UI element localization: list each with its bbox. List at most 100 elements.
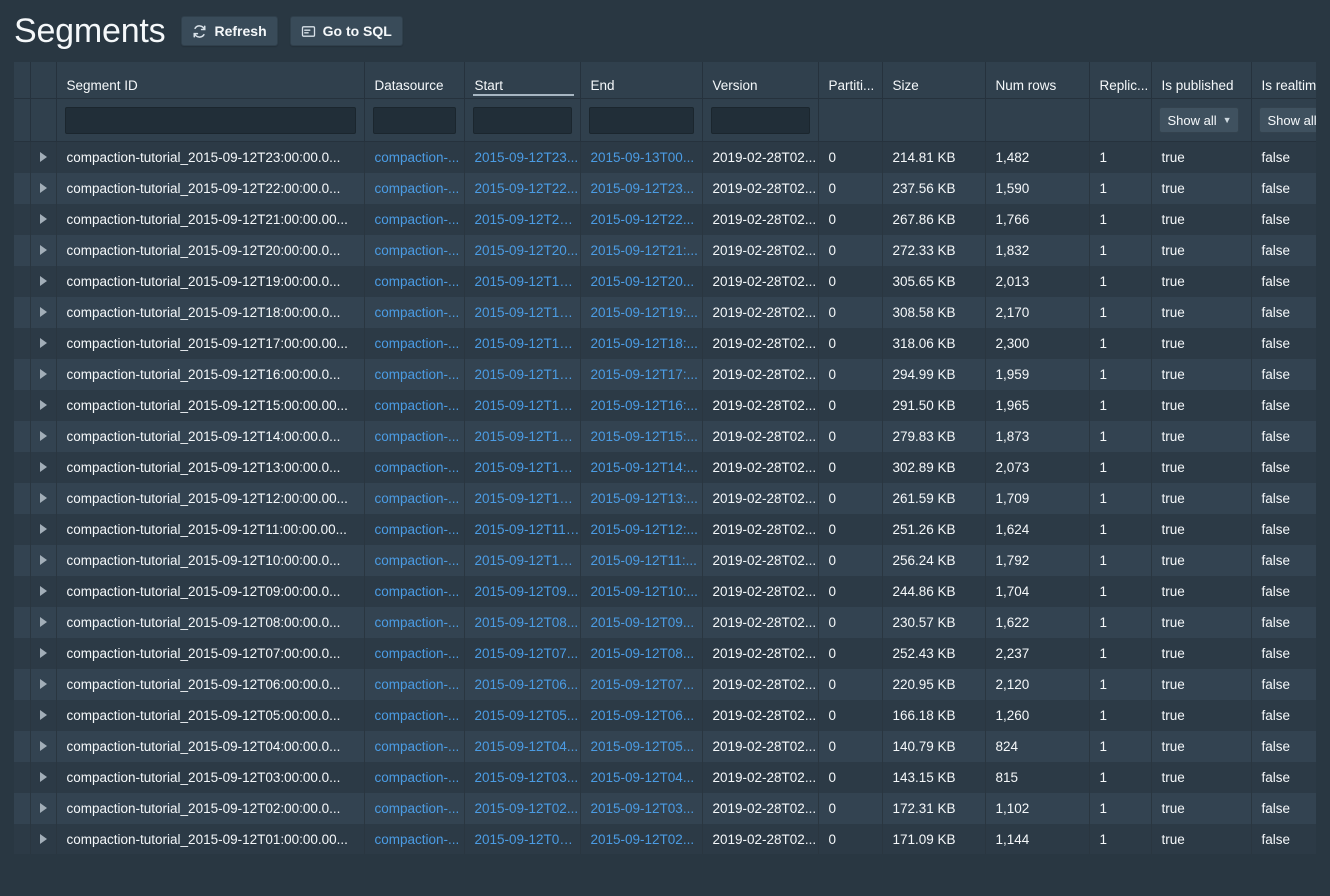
triangle-right-icon[interactable] [40, 803, 47, 813]
cell-datasource[interactable]: compaction-... [364, 638, 464, 669]
triangle-right-icon[interactable] [40, 679, 47, 689]
cell-datasource[interactable]: compaction-... [364, 669, 464, 700]
row-expand-cell[interactable] [30, 390, 56, 421]
table-row[interactable]: compaction-tutorial_2015-09-12T05:00:00.… [14, 700, 1316, 731]
table-row[interactable]: compaction-tutorial_2015-09-12T01:00:00.… [14, 824, 1316, 855]
cell-datasource[interactable]: compaction-... [364, 142, 464, 174]
column-header-size[interactable]: Size [882, 62, 985, 99]
table-row[interactable]: compaction-tutorial_2015-09-12T19:00:00.… [14, 266, 1316, 297]
table-row[interactable]: compaction-tutorial_2015-09-12T02:00:00.… [14, 793, 1316, 824]
column-header-partition[interactable]: Partiti... [818, 62, 882, 99]
cell-datasource[interactable]: compaction-... [364, 824, 464, 855]
cell-start[interactable]: 2015-09-12T03... [464, 762, 580, 793]
triangle-right-icon[interactable] [40, 710, 47, 720]
column-header-segment-id[interactable]: Segment ID [56, 62, 364, 99]
cell-end[interactable]: 2015-09-12T02... [580, 824, 702, 855]
triangle-right-icon[interactable] [40, 400, 47, 410]
cell-datasource[interactable]: compaction-... [364, 607, 464, 638]
table-row[interactable]: compaction-tutorial_2015-09-12T15:00:00.… [14, 390, 1316, 421]
row-expand-cell[interactable] [30, 235, 56, 266]
row-expand-cell[interactable] [30, 638, 56, 669]
cell-end[interactable]: 2015-09-12T10:... [580, 576, 702, 607]
cell-start[interactable]: 2015-09-12T12:... [464, 483, 580, 514]
table-row[interactable]: compaction-tutorial_2015-09-12T16:00:00.… [14, 359, 1316, 390]
cell-datasource[interactable]: compaction-... [364, 204, 464, 235]
cell-start[interactable]: 2015-09-12T06... [464, 669, 580, 700]
cell-end[interactable]: 2015-09-12T07... [580, 669, 702, 700]
triangle-right-icon[interactable] [40, 214, 47, 224]
triangle-right-icon[interactable] [40, 307, 47, 317]
cell-end[interactable]: 2015-09-12T08... [580, 638, 702, 669]
column-header-replicas[interactable]: Replic... [1089, 62, 1151, 99]
cell-end[interactable]: 2015-09-12T04... [580, 762, 702, 793]
cell-end[interactable]: 2015-09-12T13:... [580, 483, 702, 514]
triangle-right-icon[interactable] [40, 586, 47, 596]
row-expand-cell[interactable] [30, 483, 56, 514]
row-expand-cell[interactable] [30, 762, 56, 793]
cell-start[interactable]: 2015-09-12T04... [464, 731, 580, 762]
cell-end[interactable]: 2015-09-13T00... [580, 142, 702, 174]
cell-start[interactable]: 2015-09-12T23... [464, 142, 580, 174]
cell-datasource[interactable]: compaction-... [364, 390, 464, 421]
row-expand-cell[interactable] [30, 297, 56, 328]
triangle-right-icon[interactable] [40, 276, 47, 286]
column-header-num-rows[interactable]: Num rows [985, 62, 1089, 99]
cell-datasource[interactable]: compaction-... [364, 297, 464, 328]
cell-end[interactable]: 2015-09-12T06... [580, 700, 702, 731]
cell-start[interactable]: 2015-09-12T13:... [464, 452, 580, 483]
cell-datasource[interactable]: compaction-... [364, 452, 464, 483]
cell-start[interactable]: 2015-09-12T02... [464, 793, 580, 824]
cell-start[interactable]: 2015-09-12T07... [464, 638, 580, 669]
cell-start[interactable]: 2015-09-12T19:... [464, 266, 580, 297]
cell-start[interactable]: 2015-09-12T18:... [464, 297, 580, 328]
cell-end[interactable]: 2015-09-12T21:... [580, 235, 702, 266]
table-row[interactable]: compaction-tutorial_2015-09-12T17:00:00.… [14, 328, 1316, 359]
cell-datasource[interactable]: compaction-... [364, 235, 464, 266]
cell-start[interactable]: 2015-09-12T01:... [464, 824, 580, 855]
cell-end[interactable]: 2015-09-12T03... [580, 793, 702, 824]
triangle-right-icon[interactable] [40, 152, 47, 162]
cell-end[interactable]: 2015-09-12T15:... [580, 421, 702, 452]
cell-end[interactable]: 2015-09-12T20... [580, 266, 702, 297]
cell-start[interactable]: 2015-09-12T08... [464, 607, 580, 638]
column-header-is-realtime[interactable]: Is realtime [1251, 62, 1316, 99]
table-row[interactable]: compaction-tutorial_2015-09-12T22:00:00.… [14, 173, 1316, 204]
triangle-right-icon[interactable] [40, 555, 47, 565]
triangle-right-icon[interactable] [40, 648, 47, 658]
column-header-end[interactable]: End [580, 62, 702, 99]
is-realtime-filter-dropdown[interactable]: Show all ▼ [1259, 107, 1317, 133]
row-expand-cell[interactable] [30, 731, 56, 762]
cell-datasource[interactable]: compaction-... [364, 173, 464, 204]
table-row[interactable]: compaction-tutorial_2015-09-12T11:00:00.… [14, 514, 1316, 545]
end-filter-input[interactable] [589, 107, 694, 134]
table-row[interactable]: compaction-tutorial_2015-09-12T23:00:00.… [14, 142, 1316, 174]
cell-datasource[interactable]: compaction-... [364, 731, 464, 762]
table-row[interactable]: compaction-tutorial_2015-09-12T06:00:00.… [14, 669, 1316, 700]
triangle-right-icon[interactable] [40, 617, 47, 627]
cell-datasource[interactable]: compaction-... [364, 483, 464, 514]
column-header-datasource[interactable]: Datasource [364, 62, 464, 99]
is-published-filter-dropdown[interactable]: Show all ▼ [1159, 107, 1239, 133]
refresh-button[interactable]: Refresh [181, 16, 277, 46]
cell-end[interactable]: 2015-09-12T16:... [580, 390, 702, 421]
column-header-start[interactable]: Start [464, 62, 580, 99]
table-row[interactable]: compaction-tutorial_2015-09-12T04:00:00.… [14, 731, 1316, 762]
row-expand-cell[interactable] [30, 266, 56, 297]
triangle-right-icon[interactable] [40, 524, 47, 534]
column-header-version[interactable]: Version [702, 62, 818, 99]
table-row[interactable]: compaction-tutorial_2015-09-12T14:00:00.… [14, 421, 1316, 452]
triangle-right-icon[interactable] [40, 245, 47, 255]
row-expand-cell[interactable] [30, 514, 56, 545]
triangle-right-icon[interactable] [40, 772, 47, 782]
cell-datasource[interactable]: compaction-... [364, 359, 464, 390]
cell-start[interactable]: 2015-09-12T09... [464, 576, 580, 607]
cell-end[interactable]: 2015-09-12T05... [580, 731, 702, 762]
cell-start[interactable]: 2015-09-12T05... [464, 700, 580, 731]
datasource-filter-input[interactable] [373, 107, 456, 134]
cell-end[interactable]: 2015-09-12T19:... [580, 297, 702, 328]
row-expand-cell[interactable] [30, 142, 56, 174]
cell-start[interactable]: 2015-09-12T15:... [464, 390, 580, 421]
cell-end[interactable]: 2015-09-12T18:... [580, 328, 702, 359]
cell-start[interactable]: 2015-09-12T20... [464, 235, 580, 266]
triangle-right-icon[interactable] [40, 369, 47, 379]
